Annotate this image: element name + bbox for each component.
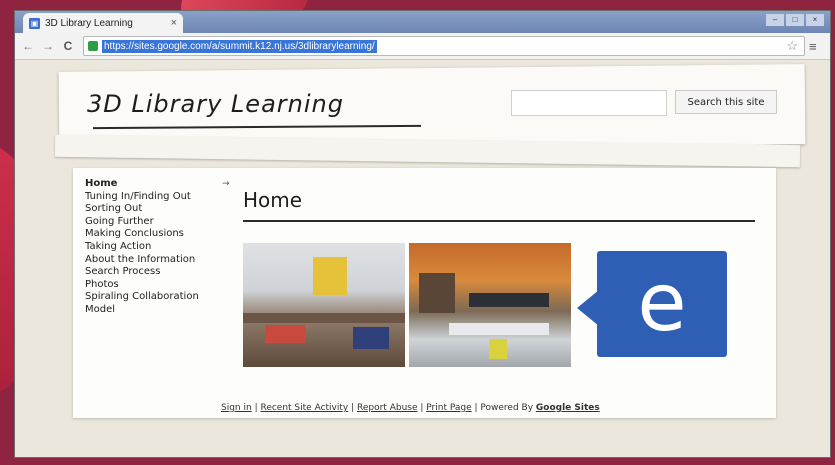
heading-underline: [243, 220, 755, 222]
sidebar-item-spiraling-collaboration[interactable]: Spiraling Collaboration: [85, 291, 245, 304]
secure-lock-icon: [88, 41, 98, 51]
site-title[interactable]: 3D Library Learning: [87, 90, 344, 118]
sidebar-nav: Home → Tuning In/Finding Out Sorting Out…: [85, 178, 245, 317]
close-tab-icon[interactable]: ×: [171, 17, 177, 29]
search-input[interactable]: [511, 90, 667, 116]
footer-separator: |: [417, 403, 427, 413]
sidebar-item-home[interactable]: Home: [85, 178, 245, 191]
browser-toolbar: ← → C https://sites.google.com/a/summit.…: [15, 33, 830, 60]
sidebar-item-making-conclusions[interactable]: Making Conclusions: [85, 228, 245, 241]
photo-yellow-chair: [489, 339, 507, 359]
maximize-icon[interactable]: □: [786, 14, 804, 26]
photo-table: [449, 323, 549, 335]
sidebar-item-taking-action[interactable]: Taking Action: [85, 241, 245, 254]
window-controls: – □ ×: [766, 14, 824, 26]
site-footer: Sign in | Recent Site Activity | Report …: [221, 403, 600, 413]
sidebar-item-model[interactable]: Model: [85, 304, 245, 317]
close-window-icon[interactable]: ×: [806, 14, 824, 26]
bookmark-star-icon[interactable]: ☆: [786, 38, 798, 54]
browser-tab[interactable]: ▣ 3D Library Learning ×: [23, 13, 183, 33]
tab-strip: ▣ 3D Library Learning × – □ ×: [15, 11, 830, 33]
edmodo-logo-icon[interactable]: e: [597, 251, 727, 357]
sidebar-item-sorting-out[interactable]: Sorting Out: [85, 203, 245, 216]
browser-window: ▣ 3D Library Learning × – □ × ← → C http…: [14, 10, 831, 458]
search-button[interactable]: Search this site: [675, 90, 777, 114]
footer-separator: |: [348, 403, 357, 413]
forward-arrow-icon[interactable]: →: [41, 39, 55, 53]
powered-by-label: Powered By: [480, 403, 534, 413]
address-bar[interactable]: https://sites.google.com/a/summit.k12.nj…: [83, 36, 805, 56]
minimize-icon[interactable]: –: [766, 14, 784, 26]
browser-menu-icon[interactable]: ≡: [809, 39, 817, 54]
sign-in-link[interactable]: Sign in: [221, 403, 252, 413]
photo-bookshelf: [419, 273, 455, 313]
recent-site-activity-link[interactable]: Recent Site Activity: [260, 403, 348, 413]
expand-arrow-icon[interactable]: →: [222, 178, 230, 191]
reload-icon[interactable]: C: [61, 39, 75, 53]
sidebar-item-going-further[interactable]: Going Further: [85, 216, 245, 229]
url-text[interactable]: https://sites.google.com/a/summit.k12.nj…: [102, 39, 377, 53]
tab-title: 3D Library Learning: [45, 17, 133, 29]
google-sites-link[interactable]: Google Sites: [536, 403, 600, 413]
classroom-photo: [243, 243, 405, 367]
photo-chairs: [265, 325, 305, 343]
sidebar-item-tuning-in[interactable]: Tuning In/Finding Out: [85, 191, 245, 204]
edmodo-letter: e: [637, 256, 687, 349]
photo-computers: [469, 293, 549, 307]
page-title: Home: [243, 188, 303, 212]
print-page-link[interactable]: Print Page: [426, 403, 471, 413]
photo-tables: [243, 313, 405, 323]
web-page: 3D Library Learning Search this site Hom…: [15, 60, 830, 457]
edmodo-pointer: [577, 290, 599, 326]
sidebar-item-photos[interactable]: Photos: [85, 279, 245, 292]
library-photo: [409, 243, 571, 367]
sidebar-item-search-process[interactable]: Search Process: [85, 266, 245, 279]
back-arrow-icon[interactable]: ←: [21, 39, 35, 53]
report-abuse-link[interactable]: Report Abuse: [357, 403, 418, 413]
google-sites-favicon-icon: ▣: [29, 17, 40, 29]
sidebar-item-about-information[interactable]: About the Information: [85, 254, 245, 267]
photo-bulletin-board: [313, 257, 347, 295]
photo-backpack: [353, 327, 389, 349]
